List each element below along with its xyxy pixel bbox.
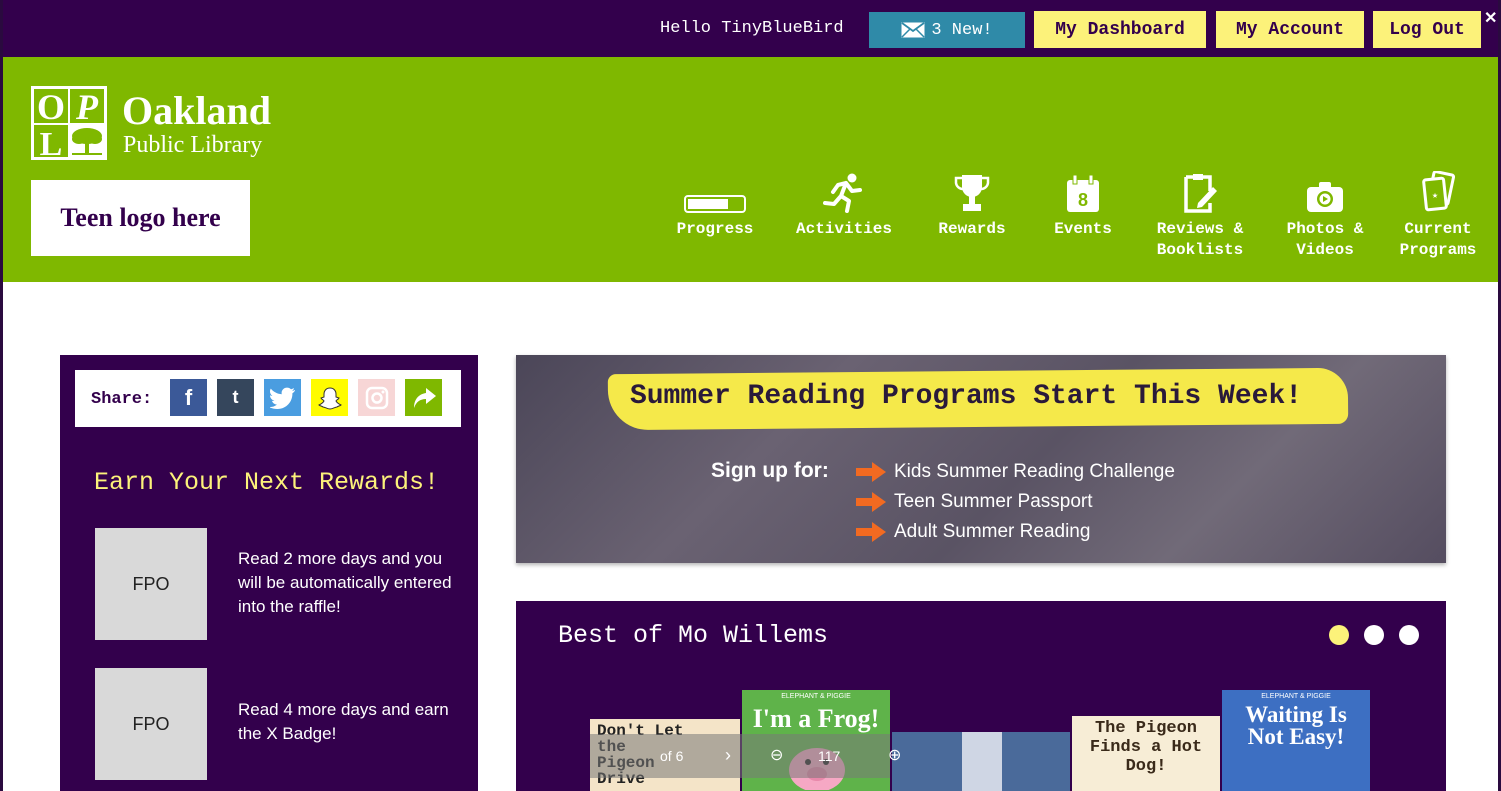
close-icon[interactable]: ✕ [1484,8,1497,28]
signup-label: Sign up for: [711,459,829,482]
book-cover[interactable]: ELEPHANT & PIGGIE Waiting Is Not Easy! [1222,690,1370,791]
share-arrow-icon[interactable] [405,379,442,416]
rewards-title: Earn Your Next Rewards! [94,468,440,497]
zoom-level: 117 [818,748,841,764]
calendar-icon: 8 [1067,175,1099,212]
banner-title: Summer Reading Programs Start This Week! [629,381,1303,412]
snapchat-icon[interactable] [311,379,348,416]
nav-photos-label-2: Videos [1296,241,1354,259]
zoom-out-icon[interactable]: ⊖ [770,745,783,765]
book-series: ELEPHANT & PIGGIE [781,693,851,700]
book-cover[interactable]: The Pigeon Finds a Hot Dog! [1072,716,1220,791]
program-link[interactable]: Kids Summer Reading Challenge [856,461,1175,483]
nav-events-label: Events [1054,220,1112,238]
nav-photos-label-1: Photos & [1286,220,1364,238]
arrow-right-icon [856,522,886,542]
share-label: Share: [91,390,153,409]
greeting-text: Hello TinyBlueBird [660,19,844,38]
nav-programs-label-2: Programs [1399,241,1477,259]
book-title: The Pigeon Finds a Hot Dog! [1089,719,1203,776]
my-dashboard-button[interactable]: My Dashboard [1034,11,1206,48]
facebook-icon[interactable]: f [170,379,207,416]
nav-programs-label-1: Current [1404,220,1472,238]
arrow-right-icon [856,492,886,512]
instagram-icon[interactable] [358,379,395,416]
logo-letter-o: O [37,87,65,127]
facebook-glyph: f [184,384,193,410]
book-carousel: Best of Mo Willems Don't Let the Pigeon … [516,601,1446,791]
zoom-in-icon[interactable]: ⊕ [888,745,901,765]
nav-rewards-label: Rewards [938,220,1006,238]
my-account-button[interactable]: My Account [1216,11,1364,48]
library-subtitle[interactable]: Public Library [123,132,262,159]
nav-events[interactable]: 8 Events [1023,167,1143,240]
logo-letter-l: L [40,126,63,160]
top-bar: Hello TinyBlueBird 3 New! My Dashboard M… [0,0,1501,57]
teen-logo-placeholder[interactable]: Teen logo here [31,180,250,256]
nav-current-programs[interactable]: ★ Current Programs [1378,167,1498,261]
nav-progress[interactable]: Progress [655,167,775,240]
carousel-dot[interactable] [1364,625,1384,645]
nav-reviews-label-2: Booklists [1156,241,1244,259]
nav-photos-videos[interactable]: Photos & Videos [1265,167,1385,261]
library-name[interactable]: Oakland [122,87,271,134]
chevron-right-icon[interactable]: › [725,745,731,766]
tumblr-icon[interactable]: t [217,379,254,416]
carousel-title: Best of Mo Willems [558,621,829,650]
trophy-icon [954,175,990,211]
arrow-right-icon [856,462,886,482]
log-out-button[interactable]: Log Out [1373,11,1481,48]
share-bar: Share: f t [75,370,461,427]
nav-reviews-booklists[interactable]: Reviews & Booklists [1140,167,1260,261]
page-indicator: of 6 [660,748,684,764]
messages-count: 3 New! [931,20,993,40]
program-link-label: Teen Summer Passport [894,491,1093,512]
carousel-dot[interactable] [1399,625,1419,645]
reward-badge-placeholder: FPO [95,668,207,780]
book-illustration [962,732,1002,791]
svg-text:★: ★ [1432,191,1438,202]
nav-progress-label: Progress [676,220,754,238]
rewards-panel: Share: f t Earn Your Next Rewards! FPO R… [60,355,478,791]
opl-logo-icon[interactable]: O P L [31,86,107,160]
nav-activities[interactable]: Activities [784,167,904,240]
book-cover[interactable] [892,732,1070,791]
logo-letter-p: P [75,87,99,127]
clipboard-edit-icon [1184,174,1217,213]
book-series: ELEPHANT & PIGGIE [1261,693,1331,700]
camera-icon [1307,182,1343,212]
reward-badge-placeholder: FPO [95,528,207,640]
cards-icon: ★ [1422,171,1455,212]
program-link[interactable]: Teen Summer Passport [856,491,1093,513]
book-title: Waiting Is Not Easy! [1245,702,1347,749]
program-link-label: Kids Summer Reading Challenge [894,461,1175,482]
running-person-icon [823,173,862,213]
messages-button[interactable]: 3 New! [869,12,1025,48]
nav-rewards[interactable]: Rewards [912,167,1032,240]
book-title: I'm a Frog! [752,704,880,733]
envelope-icon [901,22,925,38]
program-link[interactable]: Adult Summer Reading [856,521,1090,543]
progress-bar-icon [684,195,746,213]
nav-activities-label: Activities [795,220,892,238]
summer-reading-banner[interactable]: Summer Reading Programs Start This Week!… [516,355,1446,563]
carousel-dot-active[interactable] [1329,625,1349,645]
calendar-date: 8 [1078,190,1088,210]
tumblr-glyph: t [232,387,239,407]
site-header: O P L Oakland Public Library Teen logo h… [3,57,1498,282]
reward-description: Read 4 more days and earn the X Badge! [238,700,449,743]
twitter-icon[interactable] [264,379,301,416]
carousel-controls: of 6 › ⊖ 117 ⊕ [590,734,901,778]
nav-reviews-label-1: Reviews & [1156,220,1244,238]
program-link-label: Adult Summer Reading [894,521,1091,542]
reward-description: Read 2 more days and you will be automat… [238,549,452,616]
